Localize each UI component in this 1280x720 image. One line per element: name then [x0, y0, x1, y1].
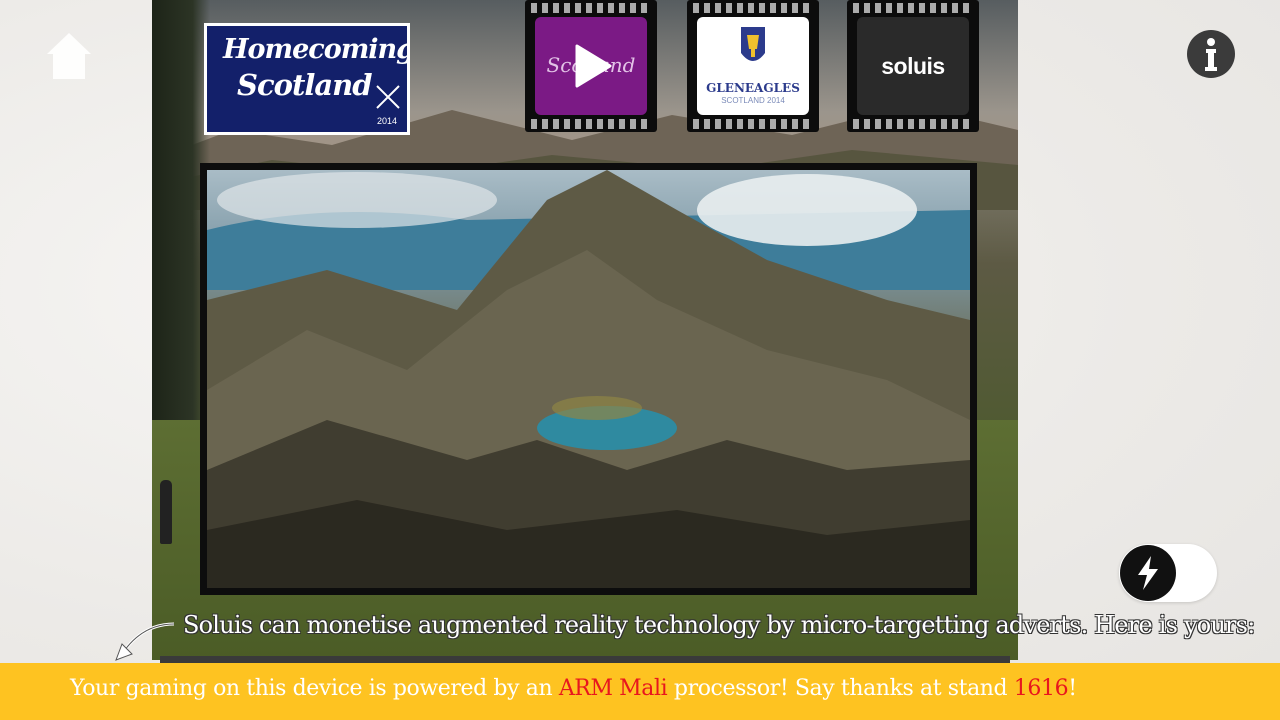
homecoming-line2: Scotland	[237, 68, 373, 102]
poster-bottom-edge	[160, 656, 1010, 663]
banner-part1: Your gaming on this device is powered by…	[70, 676, 559, 701]
flash-toggle[interactable]	[1119, 544, 1217, 602]
golfer-figure	[160, 480, 172, 544]
banner-part3: !	[1068, 676, 1077, 701]
lightning-icon	[1138, 556, 1158, 590]
film-tile-gleneagles[interactable]: GLENEAGLES SCOTLAND 2014	[687, 0, 819, 132]
curved-arrow-icon	[115, 622, 175, 661]
soluis-text: soluis	[881, 53, 945, 79]
homecoming-line1: Homecoming	[223, 34, 410, 65]
homecoming-year: 2014	[376, 116, 397, 126]
film-perforation	[853, 3, 973, 13]
ad-caption: Soluis can monetise augmented reality te…	[183, 611, 1255, 639]
mountain-scene	[207, 170, 970, 588]
film-tile-soluis[interactable]: soluis	[847, 0, 979, 132]
banner-highlight-processor: ARM Mali	[558, 676, 668, 701]
gleneagles-sub: SCOTLAND 2014	[721, 96, 785, 105]
info-icon[interactable]	[1186, 29, 1236, 79]
play-icon[interactable]	[573, 43, 613, 89]
film-perforation	[853, 119, 973, 129]
film-perforation	[693, 3, 813, 13]
bottom-banner-text: Your gaming on this device is powered by…	[70, 676, 1077, 701]
film-tile-scotland[interactable]: Scotland	[525, 0, 657, 132]
banner-highlight-stand: 1616	[1013, 676, 1069, 701]
home-icon[interactable]	[44, 30, 94, 82]
gleneagles-name: GLENEAGLES	[706, 81, 800, 95]
video-player[interactable]	[207, 170, 970, 588]
scotland-logo: Scotland	[535, 17, 647, 115]
saltire-icon	[376, 85, 400, 109]
banner-part2: processor! Say thanks at stand	[667, 676, 1014, 701]
homecoming-scotland-logo[interactable]: Homecoming Scotland 2014	[204, 23, 410, 135]
ryder-cup-icon	[741, 27, 765, 61]
film-perforation	[531, 119, 651, 129]
gleneagles-logo: GLENEAGLES SCOTLAND 2014	[697, 17, 809, 115]
film-perforation	[693, 119, 813, 129]
flash-knob	[1120, 545, 1176, 601]
soluis-logo: soluis	[857, 17, 969, 115]
film-perforation	[531, 3, 651, 13]
